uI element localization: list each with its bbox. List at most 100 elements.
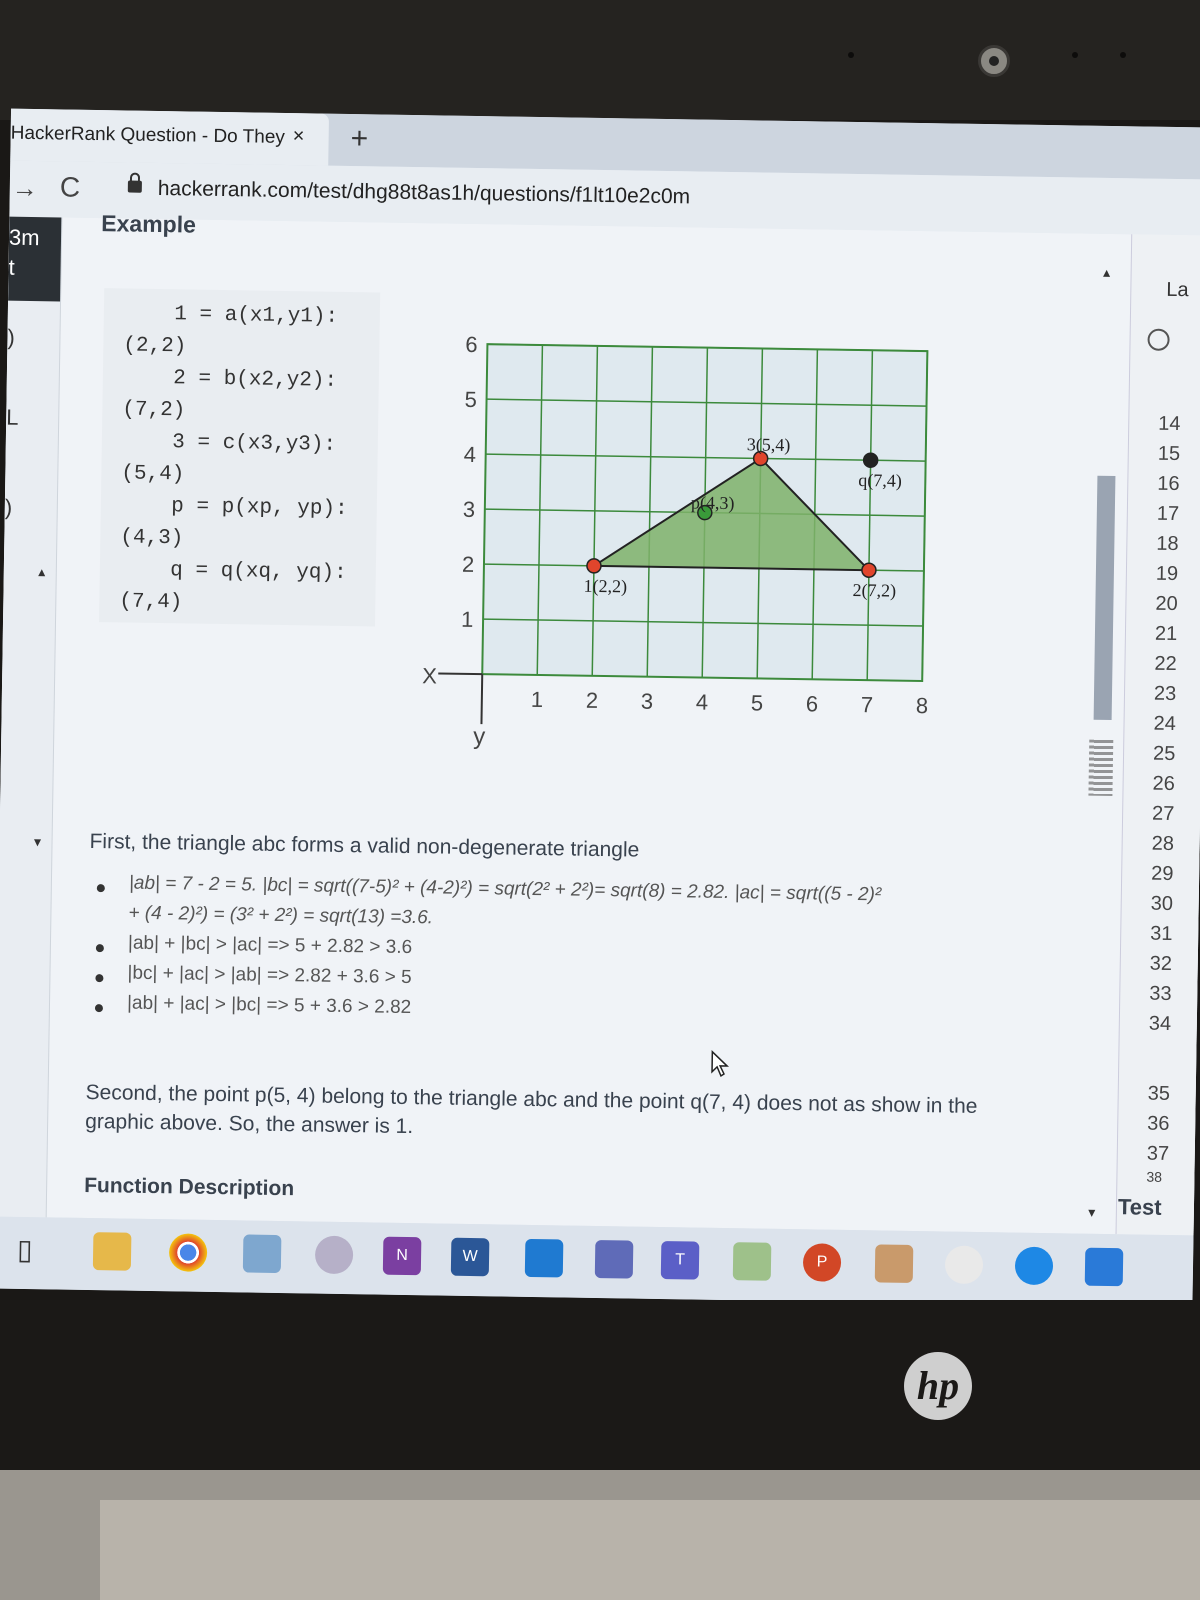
- code-line: (5,4): [121, 462, 185, 487]
- onenote-icon[interactable]: N: [382, 1236, 422, 1276]
- x-axis-label: X: [422, 663, 437, 688]
- example-heading: Example: [101, 210, 197, 238]
- line-number: 20: [1155, 592, 1178, 616]
- line-number: 23: [1153, 682, 1177, 706]
- image-viewer-icon[interactable]: [874, 1244, 914, 1283]
- vscode-icon[interactable]: [524, 1238, 564, 1278]
- function-description-heading: Function Description: [83, 1173, 295, 1201]
- forward-arrow-icon[interactable]: →: [12, 173, 38, 204]
- x-tick-label: 2: [586, 688, 599, 713]
- line-number: 28: [1151, 832, 1175, 856]
- webcam-icon: [978, 45, 1010, 77]
- lock-icon: [127, 180, 142, 193]
- line-number: 18: [1156, 532, 1179, 556]
- triangle-graph: X y 1 2 3 4 5 6 7 8 1 2 3 4 5 6 1(2,2) 2(7,2) 3(5,4) p(…: [401, 313, 968, 792]
- photos-icon[interactable]: [242, 1234, 282, 1274]
- line-number: 35: [1147, 1082, 1171, 1105]
- paint-icon[interactable]: [314, 1235, 354, 1275]
- browser-extra-icon[interactable]: [944, 1245, 984, 1285]
- y-tick-label: 6: [465, 332, 478, 357]
- edge-icon[interactable]: [1014, 1246, 1054, 1286]
- bullet-dot: [95, 944, 104, 953]
- teams-alt-icon[interactable]: [594, 1239, 634, 1279]
- reload-icon[interactable]: C: [60, 171, 81, 203]
- nav-scroll-down-icon[interactable]: ▼: [31, 835, 43, 849]
- question-page: 3m t ) L ) ▲ ▼ Example 1 = a(x1,y1): (2,…: [0, 210, 1200, 1236]
- nav-item-2[interactable]: L: [6, 405, 19, 431]
- nav-item-3[interactable]: ): [5, 495, 13, 521]
- scrollbar-thumb[interactable]: [1093, 475, 1116, 721]
- line-number: 19: [1155, 562, 1179, 586]
- x-tick-label: 5: [751, 690, 764, 715]
- teams-icon[interactable]: T: [660, 1241, 700, 1280]
- line-number: 30: [1150, 892, 1174, 916]
- line-number: 32: [1149, 952, 1173, 976]
- line-number: 17: [1156, 502, 1180, 526]
- powerpoint-icon[interactable]: P: [802, 1243, 842, 1282]
- x-tick-labels: 1 2 3 4 5 6 7 8: [531, 687, 929, 718]
- triangle-graph-svg: X y 1 2 3 4 5 6 7 8 1 2 3 4 5 6 1(2,2) 2(7,2) 3(5,4) p(…: [422, 332, 929, 750]
- x-tick-label: 3: [641, 689, 654, 714]
- bullet-dot: [94, 1004, 104, 1013]
- photos-app-icon[interactable]: [1084, 1247, 1124, 1287]
- x-tick-label: 1: [531, 687, 544, 712]
- file-explorer-icon[interactable]: [92, 1232, 132, 1271]
- scroll-up-icon[interactable]: ▲: [1101, 266, 1113, 280]
- code-line: (7,2): [122, 398, 186, 423]
- bullet-text: |ab| = 7 - 2 = 5. |bc| = sqrt((7-5)² + (…: [128, 872, 882, 906]
- nav-scroll-up-icon[interactable]: ▲: [36, 565, 48, 579]
- line-number: 31: [1150, 922, 1173, 946]
- x-tick-label: 7: [861, 692, 874, 717]
- line-number: 36: [1147, 1112, 1170, 1135]
- bullet-dot: [96, 884, 105, 893]
- left-nav: 3m t ) L ) ▲ ▼: [0, 216, 63, 1218]
- y-axis-line: [480, 674, 484, 725]
- bullet-text: |ab| + |ac| > |bc| => 5 + 3.6 > 2.82: [126, 992, 412, 1019]
- explanation: First, the triangle abc forms a valid no…: [84, 830, 1050, 1200]
- close-tab-icon[interactable]: ×: [292, 125, 305, 148]
- word-icon[interactable]: W: [450, 1237, 490, 1277]
- graph-point-label: 1(2,2): [583, 576, 627, 598]
- bezel-sensor-dot: [848, 52, 854, 58]
- y-tick-labels: 1 2 3 4 5 6: [461, 332, 478, 632]
- browser-tab[interactable]: HackerRank Question - Do They ×: [10, 108, 330, 166]
- laptop-deck: [100, 1500, 1200, 1600]
- graph-point-label: q(7,4): [858, 470, 902, 492]
- example-code-block: 1 = a(x1,y1): (2,2) 2 = b(x2,y2): (7,2) …: [99, 288, 381, 627]
- chrome-icon[interactable]: [168, 1233, 208, 1272]
- test-section-label[interactable]: Test: [1118, 1194, 1162, 1221]
- scroll-down-icon[interactable]: ▼: [1086, 1206, 1098, 1220]
- notepad-icon[interactable]: [732, 1242, 772, 1281]
- timer-label: t: [8, 254, 15, 280]
- y-tick-label: 2: [462, 552, 475, 577]
- bullet-text: |ab| + |bc| > |ac| => 5 + 2.82 > 3.6: [127, 932, 413, 959]
- bezel-sensor-dot: [1120, 52, 1126, 58]
- graph-point: [586, 558, 602, 574]
- task-view-icon[interactable]: ▯: [17, 1233, 33, 1266]
- line-number: 26: [1152, 772, 1176, 796]
- y-tick-label: 4: [463, 442, 476, 467]
- code-line: q = q(xq, yq):: [119, 558, 347, 585]
- code-line: 2 = b(x2,y2):: [122, 366, 338, 393]
- nav-item-1[interactable]: ): [7, 325, 15, 351]
- y-tick-label: 1: [461, 607, 474, 632]
- url-field[interactable]: hackerrank.com/test/dhg88t8as1h/question…: [158, 177, 691, 209]
- x-tick-label: 8: [916, 693, 929, 718]
- explanation-line-2: Second, the point p(5, 4) belong to the …: [84, 1080, 978, 1139]
- pane-resize-grip[interactable]: [1088, 739, 1114, 797]
- language-selector[interactable]: La: [1166, 279, 1189, 302]
- line-number: 37: [1146, 1142, 1170, 1165]
- new-tab-button[interactable]: +: [350, 122, 368, 156]
- bullet-text-continued: + (4 - 2)²) = (3² + 2²) = sqrt(13) =3.6.: [128, 902, 434, 929]
- bezel-sensor-dot: [1072, 52, 1078, 58]
- graph-point: [861, 562, 877, 578]
- line-number: 34: [1148, 1012, 1172, 1035]
- x-tick-label: 4: [696, 689, 709, 714]
- line-number: 21: [1154, 622, 1178, 646]
- bullet-text: |bc| + |ac| > |ab| => 2.82 + 3.6 > 5: [127, 962, 412, 989]
- hp-logo-text: hp: [916, 1363, 960, 1408]
- mouse-cursor-icon: [711, 1050, 730, 1078]
- graph-point: [862, 452, 879, 468]
- code-line: (7,4): [119, 590, 183, 615]
- line-number: 14: [1158, 412, 1181, 436]
